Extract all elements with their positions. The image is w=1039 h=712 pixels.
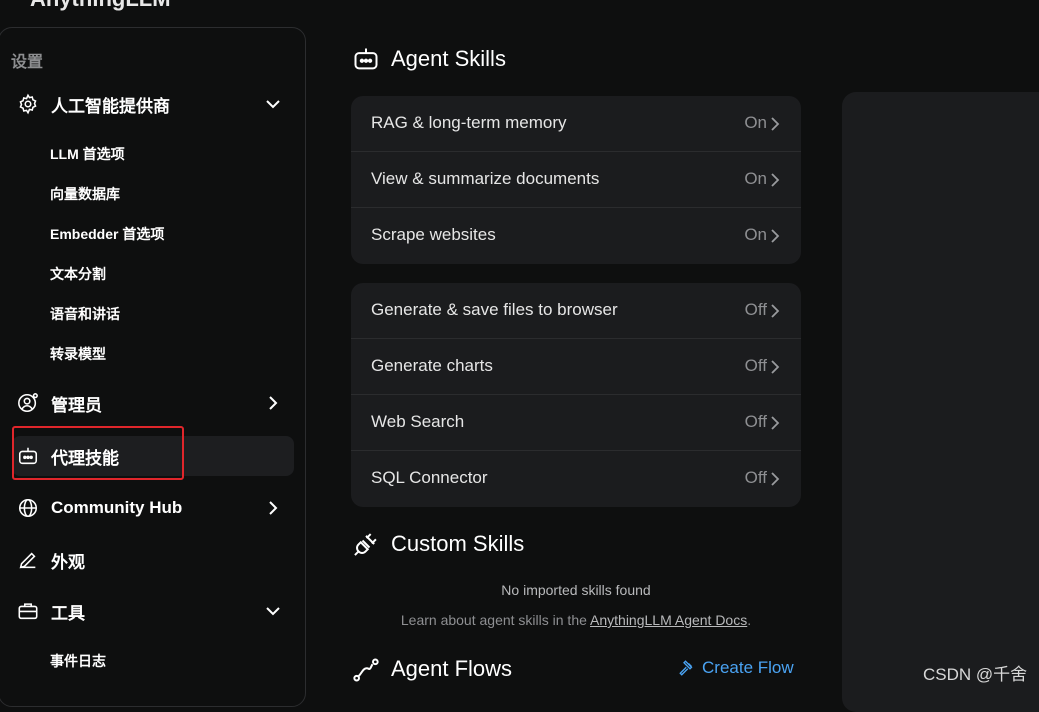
chevron-right-icon (771, 360, 780, 374)
sidebar-item-label: Community Hub (51, 498, 183, 517)
skill-row-scrape-websites[interactable]: Scrape websites On (351, 208, 801, 264)
watermark: CSDN @千舍 (923, 665, 1028, 684)
hammer-icon (679, 660, 693, 676)
toolbox-icon (18, 603, 38, 620)
skill-row-save-files[interactable]: Generate & save files to browser Off (351, 283, 801, 339)
chevron-right-icon (269, 501, 278, 515)
chevron-right-icon (771, 229, 780, 243)
skill-row-summarize-docs[interactable]: View & summarize documents On (351, 152, 801, 208)
sidebar-sub-event-logs[interactable]: 事件日志 (50, 651, 106, 671)
sidebar-item-community-hub[interactable]: Community Hub (12, 488, 294, 528)
skill-state: On (744, 169, 767, 188)
chevron-right-icon (771, 173, 780, 187)
skill-name: Generate & save files to browser (371, 300, 618, 319)
sidebar-sub-llm-preference[interactable]: LLM 首选项 (50, 144, 125, 164)
robot-icon (354, 48, 378, 70)
user-gear-icon (18, 393, 38, 413)
skill-name: View & summarize documents (371, 169, 600, 188)
sidebar-sub-embedder[interactable]: Embedder 首选项 (50, 224, 164, 244)
skill-name: RAG & long-term memory (371, 113, 567, 132)
sidebar-heading: 设置 (11, 54, 44, 71)
skill-state: Off (744, 356, 767, 375)
flow-icon (353, 658, 379, 682)
skill-detail-panel (842, 92, 1039, 712)
sidebar-sub-transcription[interactable]: 转录模型 (50, 344, 106, 364)
learn-more-text: Learn about agent skills in the Anything… (400, 612, 752, 628)
sidebar-item-tools[interactable]: 工具 (12, 591, 294, 631)
chevron-right-icon (269, 396, 278, 410)
agent-flows-title: Agent Flows (391, 656, 513, 681)
skill-state: On (744, 225, 767, 244)
skill-row-web-search[interactable]: Web Search Off (351, 395, 801, 451)
chevron-right-icon (771, 117, 780, 131)
skill-row-rag-memory[interactable]: RAG & long-term memory On (351, 96, 801, 152)
sidebar-sub-vector-db[interactable]: 向量数据库 (50, 184, 120, 204)
sidebar-item-label: 管理员 (51, 395, 102, 415)
skill-name: Scrape websites (371, 225, 496, 244)
sidebar-sub-text-splitter[interactable]: 文本分割 (50, 264, 106, 284)
sidebar-sub-voice-speech[interactable]: 语音和讲话 (50, 304, 120, 324)
sidebar-item-label: 工具 (51, 603, 85, 623)
skill-name: Generate charts (371, 356, 493, 375)
app-title-partial: AnythingLLM (30, 0, 171, 12)
create-flow-label: Create Flow (702, 658, 794, 677)
agent-skills-title: Agent Skills (391, 46, 506, 71)
skill-state: On (744, 113, 767, 132)
globe-icon (18, 498, 38, 518)
plug-icon (354, 533, 377, 556)
chevron-down-icon (266, 607, 280, 616)
chevron-right-icon (771, 472, 780, 486)
no-skills-message: No imported skills found (501, 582, 651, 598)
chevron-right-icon (771, 416, 780, 430)
chevron-down-icon (266, 100, 280, 109)
skill-name: Web Search (371, 412, 465, 431)
skill-state: Off (744, 468, 767, 487)
skill-row-sql-connector[interactable]: SQL Connector Off (351, 451, 801, 507)
sidebar-item-appearance[interactable]: 外观 (12, 540, 294, 580)
gear-icon (19, 93, 37, 115)
annotation-highlight-box (12, 426, 184, 480)
chevron-right-icon (771, 304, 780, 318)
pencil-icon (19, 552, 36, 569)
configurable-skills-card: Generate & save files to browser Off Gen… (351, 283, 801, 507)
skill-state: Off (744, 300, 767, 319)
sidebar-item-label: 人工智能提供商 (51, 96, 170, 116)
skill-state: Off (744, 412, 767, 431)
sidebar-item-label: 外观 (51, 552, 85, 572)
sidebar-item-ai-providers[interactable]: 人工智能提供商 (12, 84, 294, 124)
default-skills-card: RAG & long-term memory On View & summari… (351, 96, 801, 264)
create-flow-button[interactable]: Create Flow (678, 658, 794, 678)
skill-name: SQL Connector (371, 468, 488, 487)
custom-skills-title: Custom Skills (391, 531, 525, 556)
agent-docs-link[interactable]: AnythingLLM Agent Docs (590, 612, 747, 628)
sidebar-item-admin[interactable]: 管理员 (12, 383, 294, 423)
skill-row-generate-charts[interactable]: Generate charts Off (351, 339, 801, 395)
